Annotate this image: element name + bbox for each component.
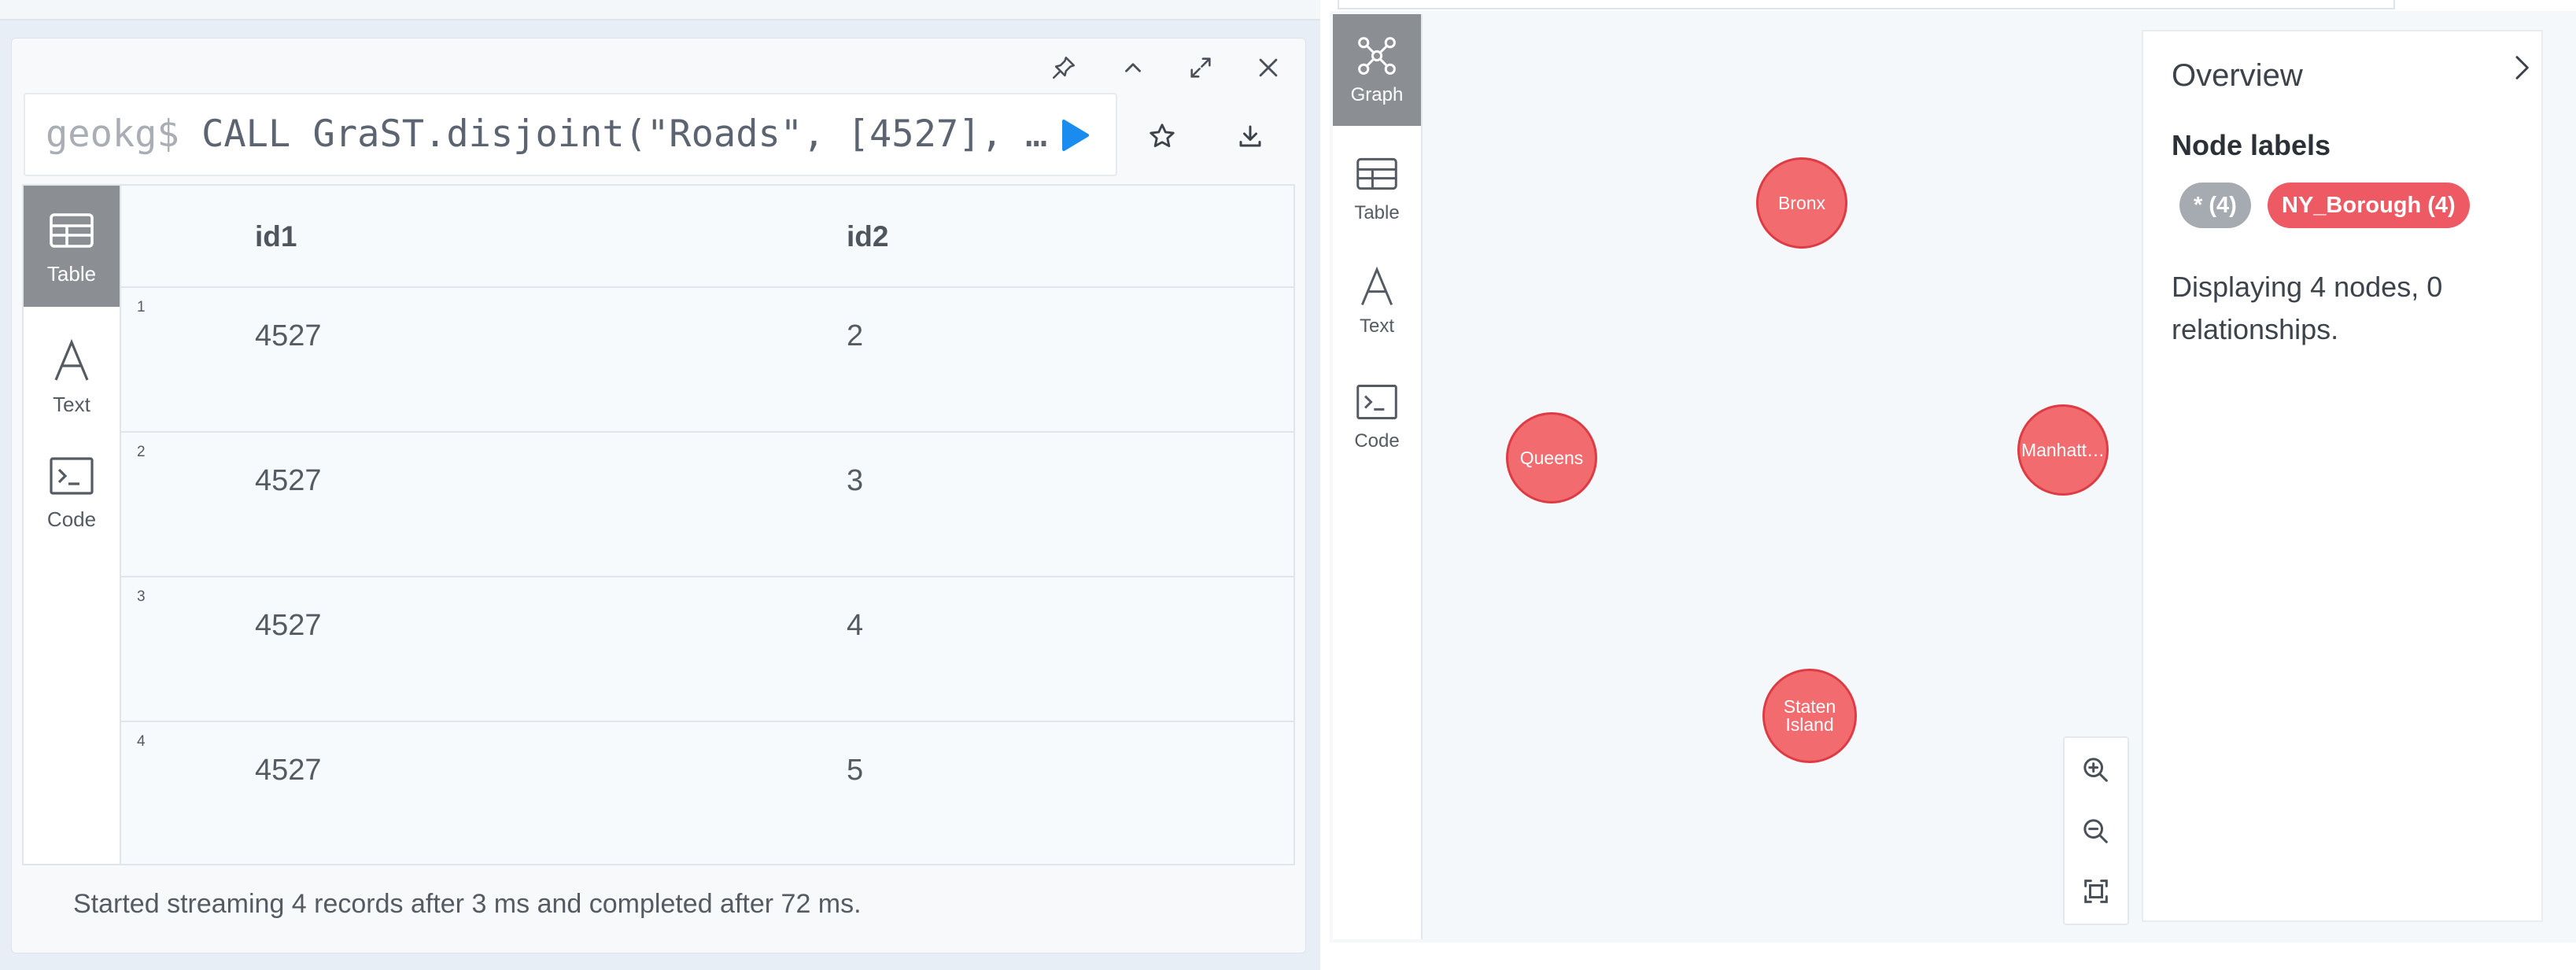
graph-node-manhattan[interactable]: Manhatt… <box>2017 404 2109 496</box>
cell-id2: 4 <box>847 609 864 642</box>
download-icon[interactable] <box>1231 116 1270 156</box>
tab-text-label: Text <box>1359 315 1394 337</box>
tab-table[interactable]: Table <box>1333 132 1421 244</box>
fullscreen-icon[interactable] <box>1180 47 1221 88</box>
cell-id1: 4527 <box>255 319 322 352</box>
table-icon <box>50 212 94 248</box>
collapse-chevron-icon[interactable] <box>1113 47 1153 88</box>
right-bottom-edge <box>1330 942 2576 970</box>
run-icon[interactable] <box>1054 116 1092 154</box>
graph-icon <box>1358 37 1396 75</box>
pin-icon[interactable] <box>1043 47 1084 88</box>
tab-code[interactable]: Code <box>1333 360 1421 472</box>
label-pill-all[interactable]: * (4) <box>2179 183 2251 228</box>
text-icon <box>1360 266 1393 305</box>
zoom-controls <box>2063 736 2129 925</box>
overview-description: Displaying 4 nodes, 0 relationships. <box>2172 271 2443 345</box>
graph-node-staten-island[interactable]: Staten Island <box>1762 669 1857 763</box>
cell-id1: 4527 <box>255 464 322 497</box>
graph-view-sidebar: Graph Table Text Code <box>1333 14 1423 939</box>
result-area: Table Text Code id1 id2 1 4527 2 2 4527 <box>22 184 1295 865</box>
editor-prompt: geokg$ <box>46 112 179 156</box>
table-row: 3 4527 4 <box>121 577 1294 722</box>
column-header-id2[interactable]: id2 <box>847 220 888 253</box>
table-row: 4 4527 5 <box>121 722 1294 865</box>
tab-graph[interactable]: Graph <box>1333 14 1421 126</box>
right-top-editor-edge <box>1338 0 2395 9</box>
tab-code-label: Code <box>1354 430 1400 452</box>
row-number: 1 <box>137 299 146 315</box>
table-icon <box>1356 157 1397 190</box>
code-icon <box>1356 384 1397 420</box>
graph-node-bronx[interactable]: Bronx <box>1756 157 1847 249</box>
tab-graph-label: Graph <box>1350 84 1404 105</box>
tab-table-label: Table <box>1354 202 1400 223</box>
tab-table-label: Table <box>46 261 97 286</box>
zoom-in-icon[interactable] <box>2065 739 2128 801</box>
node-labels-heading: Node labels <box>2172 129 2331 161</box>
close-icon[interactable] <box>1248 47 1289 88</box>
graph-node-queens[interactable]: Queens <box>1506 412 1597 503</box>
chevron-right-icon[interactable] <box>2499 46 2543 90</box>
tab-text[interactable]: Text <box>1333 245 1421 357</box>
row-number: 3 <box>137 588 146 605</box>
cell-id2: 2 <box>847 319 864 352</box>
result-table: id1 id2 1 4527 2 2 4527 3 3 4527 4 4 452… <box>121 186 1294 864</box>
table-row: 2 4527 3 <box>121 433 1294 577</box>
code-icon <box>50 456 94 495</box>
tab-text[interactable]: Text <box>24 316 120 437</box>
tab-text-label: Text <box>53 392 90 416</box>
left-top-strip <box>0 0 1320 20</box>
row-number: 4 <box>137 733 146 750</box>
cell-id1: 4527 <box>255 754 322 787</box>
tab-code-label: Code <box>46 507 97 531</box>
query-editor[interactable]: geokg$ CALL GraST.disjoint("Roads", [452… <box>24 93 1117 176</box>
label-pill-ny-borough[interactable]: NY_Borough (4) <box>2268 183 2470 228</box>
tab-code[interactable]: Code <box>24 431 120 552</box>
star-icon[interactable] <box>1142 116 1182 156</box>
editor-command: CALL GraST.disjoint("Roads", [4527], … <box>201 112 1048 156</box>
result-view-sidebar: Table Text Code <box>24 186 121 864</box>
table-header: id1 id2 <box>121 186 1294 288</box>
cell-id1: 4527 <box>255 609 322 642</box>
cell-id2: 3 <box>847 464 864 497</box>
zoom-out-icon[interactable] <box>2065 801 2128 862</box>
tab-table[interactable]: Table <box>24 186 120 307</box>
table-row: 1 4527 2 <box>121 288 1294 433</box>
text-icon <box>54 338 89 381</box>
column-header-id1[interactable]: id1 <box>255 220 297 253</box>
fit-to-screen-icon[interactable] <box>2065 861 2128 922</box>
overview-title: Overview <box>2172 58 2303 93</box>
overview-panel: Overview Node labels * (4) NY_Borough (4… <box>2142 30 2543 922</box>
status-bar-text: Started streaming 4 records after 3 ms a… <box>73 889 862 919</box>
row-number: 2 <box>137 444 146 460</box>
graph-canvas[interactable]: Bronx Queens Manhatt… Staten Island <box>1423 14 2139 939</box>
cell-id2: 5 <box>847 754 864 787</box>
